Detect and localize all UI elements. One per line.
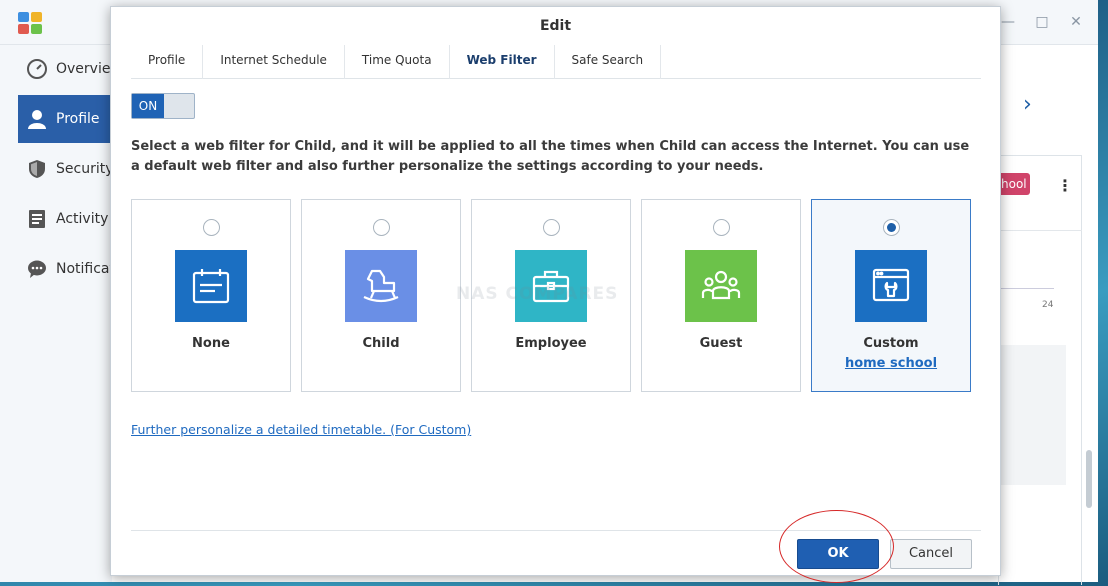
calendar-icon [175,250,247,322]
edit-dialog: Edit Profile Internet Schedule Time Quot… [110,6,1001,576]
filter-card-child[interactable]: Child [301,199,461,392]
chart-axis [998,288,1054,289]
chart-tick-label: 24 [1042,300,1054,310]
filter-label: None [192,336,230,351]
group-icon [685,250,757,322]
tab-time-quota[interactable]: Time Quota [345,45,450,79]
rocking-horse-icon [345,250,417,322]
filter-radio-custom[interactable] [883,219,900,236]
filter-radio-employee[interactable] [543,219,560,236]
status-badge: hool [998,173,1030,195]
filter-label: Employee [515,336,587,351]
shield-icon [26,158,48,180]
web-filter-toggle[interactable]: ON [131,93,195,119]
timetable-link[interactable]: Further personalize a detailed timetable… [131,422,471,437]
filter-card-guest[interactable]: Guest [641,199,801,392]
filter-card-none[interactable]: None [131,199,291,392]
filter-radio-none[interactable] [203,219,220,236]
scrollbar[interactable] [1086,450,1092,508]
app-logo-icon [18,12,42,34]
filter-label: Guest [699,336,743,351]
maximize-icon[interactable]: □ [1034,14,1050,30]
close-icon[interactable]: ✕ [1068,14,1084,30]
tab-safe-search[interactable]: Safe Search [555,45,662,79]
tab-profile[interactable]: Profile [131,45,204,79]
divider [131,530,981,531]
filter-label: Child [362,336,400,351]
custom-tool-icon [855,250,927,322]
minimize-icon[interactable]: — [1000,14,1016,30]
filter-label: Custom [863,336,919,351]
tab-web-filter[interactable]: Web Filter [450,45,555,79]
watermark: NAS COMPARES [456,284,619,304]
filter-radio-guest[interactable] [713,219,730,236]
user-icon [26,108,48,130]
chevron-right-icon[interactable]: › [1023,92,1032,117]
sidebar-item-label: Activity [56,211,109,227]
web-filter-description: Select a web filter for Child, and it wi… [131,139,970,174]
filter-card-custom[interactable]: Custom home school [811,199,971,392]
cancel-button[interactable]: Cancel [890,539,972,569]
list-icon [26,208,48,230]
dialog-title: Edit [539,18,572,34]
chat-icon [26,258,48,280]
custom-profile-link[interactable]: home school [812,356,970,371]
filter-radio-child[interactable] [373,219,390,236]
background-panel [998,345,1066,485]
tab-bar: Profile Internet Schedule Time Quota Web… [131,45,981,79]
more-options-icon[interactable]: ⋮ [1057,176,1073,195]
sidebar-item-label: Profile [56,111,100,127]
sidebar-item-label: Security [56,161,114,177]
ok-button[interactable]: OK [797,539,879,569]
tab-internet-schedule[interactable]: Internet Schedule [203,45,345,79]
divider [998,230,1082,231]
toggle-on-label: ON [132,94,164,118]
gauge-icon [26,58,48,80]
